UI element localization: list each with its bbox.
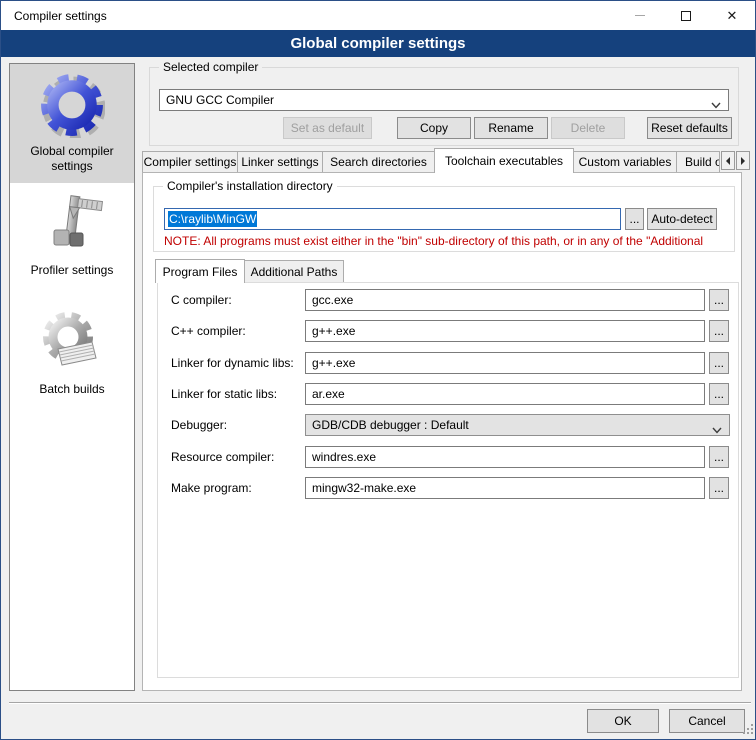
browse-directory-button[interactable]: ... [625,208,644,230]
close-icon: ✕ [727,9,738,22]
copy-button[interactable]: Copy [397,117,471,139]
arrow-right-icon [740,157,746,165]
c-compiler-input[interactable]: gcc.exe [305,289,705,311]
linker-static-browse-button[interactable]: ... [709,383,729,405]
settings-tabstrip: Compiler settings Linker settings Search… [142,148,749,173]
gear-stack-icon [39,310,105,376]
field-row-cpp-compiler: C++ compiler: g++.exe ... [158,320,738,342]
group-label: Selected compiler [159,60,262,74]
gear-blue-icon [39,72,105,138]
caliper-icon [39,191,105,257]
field-row-linker-dynamic: Linker for dynamic libs: g++.exe ... [158,352,738,374]
page-title: Global compiler settings [1,30,755,57]
cpp-compiler-browse-button[interactable]: ... [709,320,729,342]
compiler-settings-dialog: Compiler settings ✕ Global compiler sett… [0,0,756,740]
sidebar-item-profiler-settings[interactable]: Profiler settings [10,183,134,302]
title-bar: Compiler settings ✕ [1,1,755,30]
note-text: NOTE: All programs must exist either in … [164,234,730,248]
selected-compiler-group: Selected compiler GNU GCC Compiler Set a… [149,67,739,146]
cpp-compiler-input[interactable]: g++.exe [305,320,705,342]
toolchain-executables-page: Compiler's installation directory C:\ray… [142,172,742,691]
tab-additional-paths[interactable]: Additional Paths [244,260,344,283]
c-compiler-browse-button[interactable]: ... [709,289,729,311]
minimize-button[interactable] [617,1,663,30]
installation-directory-group: Compiler's installation directory C:\ray… [153,186,735,252]
tab-linker-settings[interactable]: Linker settings [237,151,323,173]
sidebar-item-batch-builds[interactable]: Batch builds [10,302,134,421]
cancel-button[interactable]: Cancel [669,709,745,733]
field-label: Make program: [171,481,252,495]
reset-defaults-button[interactable]: Reset defaults [647,117,732,139]
sidebar-item-label: Global compiler settings [16,144,128,174]
resource-compiler-input[interactable]: windres.exe [305,446,705,468]
resource-compiler-browse-button[interactable]: ... [709,446,729,468]
chevron-down-icon [711,98,721,112]
group-label: Compiler's installation directory [163,179,337,193]
debugger-select-value: GDB/CDB debugger : Default [312,418,469,432]
set-as-default-button[interactable]: Set as default [283,117,372,139]
rename-button[interactable]: Rename [474,117,548,139]
field-label: Linker for static libs: [171,387,277,401]
compiler-select-value: GNU GCC Compiler [166,93,274,107]
resize-grip[interactable] [743,723,753,737]
chevron-down-icon [712,423,722,437]
selected-path-text: C:\raylib\MinGW [168,211,257,227]
delete-button[interactable]: Delete [551,117,625,139]
field-row-make-program: Make program: mingw32-make.exe ... [158,477,738,499]
footer-separator [9,702,751,704]
field-label: C compiler: [171,293,232,307]
linker-dynamic-browse-button[interactable]: ... [709,352,729,374]
field-label: Debugger: [171,418,227,432]
window-controls: ✕ [617,1,755,30]
close-button[interactable]: ✕ [709,1,755,30]
tab-compiler-settings[interactable]: Compiler settings [142,151,238,173]
tab-scroll-right-button[interactable] [736,151,750,170]
maximize-button[interactable] [663,1,709,30]
field-row-debugger: Debugger: GDB/CDB debugger : Default [158,414,738,436]
program-files-page: C compiler: gcc.exe ... C++ compiler: g+… [157,282,739,678]
sidebar-item-global-compiler-settings[interactable]: Global compiler settings [10,64,134,183]
tab-toolchain-executables[interactable]: Toolchain executables [434,148,574,173]
ok-button[interactable]: OK [587,709,659,733]
maximize-icon [681,11,691,21]
tab-build-options[interactable]: Build options [676,151,720,173]
minimize-icon [635,15,645,16]
field-row-resource-compiler: Resource compiler: windres.exe ... [158,446,738,468]
sidebar-item-label: Batch builds [16,382,128,397]
tab-custom-variables[interactable]: Custom variables [573,151,677,173]
field-label: Resource compiler: [171,450,274,464]
make-program-browse-button[interactable]: ... [709,477,729,499]
tab-scroll-left-button[interactable] [721,151,735,170]
tab-search-directories[interactable]: Search directories [322,151,435,173]
linker-static-input[interactable]: ar.exe [305,383,705,405]
field-row-linker-static: Linker for static libs: ar.exe ... [158,383,738,405]
tab-program-files[interactable]: Program Files [155,259,245,283]
window-title: Compiler settings [14,9,107,23]
arrow-left-icon [725,157,731,165]
linker-dynamic-input[interactable]: g++.exe [305,352,705,374]
compiler-select[interactable]: GNU GCC Compiler [159,89,729,111]
make-program-input[interactable]: mingw32-make.exe [305,477,705,499]
sidebar-item-label: Profiler settings [16,263,128,278]
installation-directory-input[interactable]: C:\raylib\MinGW [164,208,621,230]
field-row-c-compiler: C compiler: gcc.exe ... [158,289,738,311]
settings-category-list: Global compiler settings [9,63,135,691]
field-label: Linker for dynamic libs: [171,356,294,370]
auto-detect-button[interactable]: Auto-detect [647,208,717,230]
debugger-select[interactable]: GDB/CDB debugger : Default [305,414,730,436]
field-label: C++ compiler: [171,324,246,338]
